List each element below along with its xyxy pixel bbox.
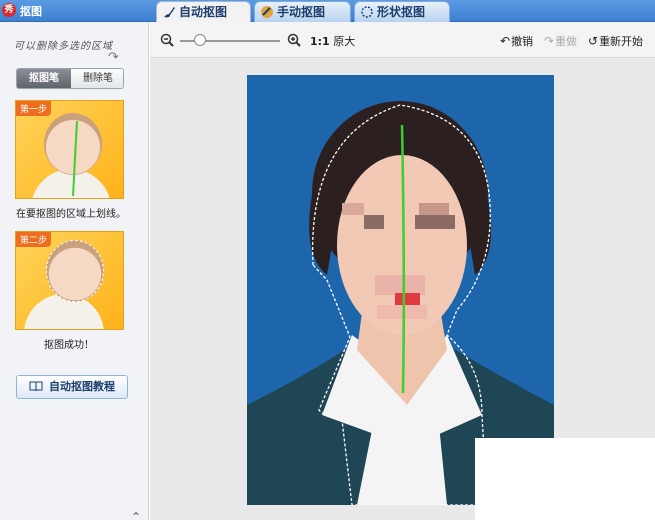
- redo-icon: ↷: [544, 34, 555, 48]
- zoom-in-icon[interactable]: [287, 33, 301, 47]
- cutout-pen-button[interactable]: 抠图笔: [17, 69, 71, 88]
- title-bar: 秀 抠图 自动抠图 手动抠图 形状抠图: [0, 0, 655, 22]
- book-icon: [29, 381, 43, 392]
- toolbar: 1:1 原大 ↶撤销 ↷重做 ↺重新开始: [150, 22, 655, 58]
- tab-label: 自动抠图: [179, 5, 228, 19]
- step-badge: 第一步: [16, 101, 52, 116]
- tab-shape-cutout[interactable]: 形状抠图: [354, 1, 450, 22]
- curved-arrow-icon: ↷: [108, 50, 119, 65]
- hint-text: 可以删除多选的区域: [14, 41, 113, 52]
- zoom-ratio-label: 原大: [333, 35, 356, 48]
- tab-manual-cutout[interactable]: 手动抠图: [254, 1, 351, 22]
- restart-button[interactable]: ↺重新开始: [588, 33, 643, 49]
- redo-label: 重做: [555, 35, 578, 48]
- zoom-out-icon[interactable]: [160, 33, 174, 47]
- redo-button[interactable]: ↷重做: [544, 33, 577, 49]
- actual-size-button[interactable]: 1:1 原大: [310, 33, 355, 49]
- restart-icon: ↺: [588, 34, 599, 48]
- tab-label: 手动抠图: [277, 5, 326, 19]
- undo-button[interactable]: ↶撤销: [500, 33, 533, 49]
- eraser-pen-button[interactable]: 删除笔: [71, 69, 123, 88]
- tutorial-label: 自动抠图教程: [49, 380, 115, 393]
- step2-caption: 抠图成功！: [44, 340, 94, 351]
- shape-icon: [361, 6, 373, 18]
- scroll-up-icon[interactable]: ⌃: [131, 510, 141, 524]
- step2-example-image: 第二步: [15, 231, 124, 330]
- undo-label: 撤销: [511, 35, 534, 48]
- app-title: 抠图: [20, 5, 42, 18]
- brush-icon: [164, 7, 175, 18]
- step1-caption: 在要抠图的区域上划线。: [16, 209, 126, 220]
- hand-brush-icon: [261, 6, 273, 18]
- app-logo-icon: 秀: [2, 3, 16, 17]
- step-badge: 第二步: [16, 232, 52, 247]
- restart-label: 重新开始: [599, 35, 644, 48]
- step1-example-image: 第一步: [15, 100, 124, 199]
- tutorial-button[interactable]: 自动抠图教程: [16, 375, 128, 399]
- baby-head: [46, 240, 104, 302]
- tab-label: 形状抠图: [377, 5, 426, 19]
- canvas-area: 1:1 原大 ↶撤销 ↷重做 ↺重新开始: [150, 22, 655, 520]
- zoom-ratio: 1:1: [310, 35, 330, 48]
- zoom-slider-knob[interactable]: [194, 34, 206, 46]
- white-overlay: [475, 438, 655, 520]
- pen-mode-switch: 抠图笔 删除笔: [16, 68, 124, 89]
- undo-icon: ↶: [500, 34, 511, 48]
- tab-auto-cutout[interactable]: 自动抠图: [156, 1, 251, 22]
- left-panel: 可以删除多选的区域 ↷ 抠图笔 删除笔 第一步 在要抠图的区域上划线。 第二步 …: [0, 22, 149, 524]
